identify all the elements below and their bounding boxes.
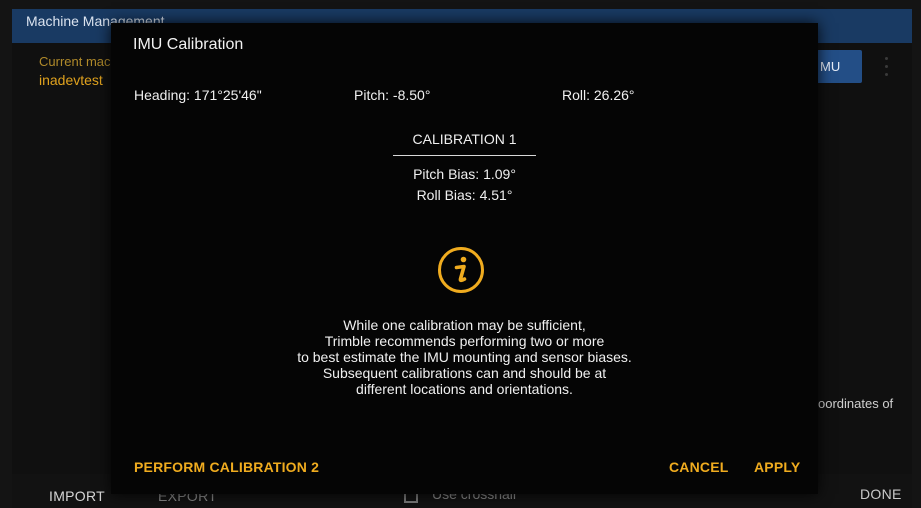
calibration-divider xyxy=(393,155,536,156)
perform-calibration-button[interactable]: PERFORM CALIBRATION 2 xyxy=(134,459,319,475)
imu-button[interactable]: MU xyxy=(812,50,862,83)
coordinates-text: oordinates of xyxy=(818,396,894,411)
calibration-summary: CALIBRATION 1 Pitch Bias: 1.09° Roll Bia… xyxy=(111,131,818,206)
info-icon xyxy=(437,246,485,294)
apply-button[interactable]: APPLY xyxy=(754,459,800,475)
heading-reading: Heading: 171°25'46" xyxy=(134,87,262,103)
dialog-title: IMU Calibration xyxy=(133,36,244,53)
message-line: Subsequent calibrations can and should b… xyxy=(322,365,607,381)
import-button[interactable]: IMPORT xyxy=(49,488,105,504)
pitch-bias: Pitch Bias: 1.09° xyxy=(413,166,516,182)
more-vert-icon[interactable] xyxy=(880,54,892,78)
message-line: While one calibration may be sufficient, xyxy=(343,317,586,333)
imu-calibration-dialog: IMU Calibration Heading: 171°25'46" Pitc… xyxy=(111,23,818,494)
cancel-button[interactable]: CANCEL xyxy=(669,459,729,475)
message-line: Trimble recommends performing two or mor… xyxy=(324,333,605,349)
roll-bias: Roll Bias: 4.51° xyxy=(416,187,513,203)
message-line: different locations and orientations. xyxy=(356,381,573,397)
roll-reading: Roll: 26.26° xyxy=(562,87,635,103)
current-machine-value: inadevtest xyxy=(39,72,103,88)
calibration-title: CALIBRATION 1 xyxy=(412,131,517,147)
message-line: to best estimate the IMU mounting and se… xyxy=(297,349,632,365)
current-machine-label: Current mac xyxy=(39,54,111,69)
pitch-reading: Pitch: -8.50° xyxy=(354,87,431,103)
done-button[interactable]: DONE xyxy=(860,486,902,502)
calibration-message: While one calibration may be sufficient,… xyxy=(111,317,818,397)
